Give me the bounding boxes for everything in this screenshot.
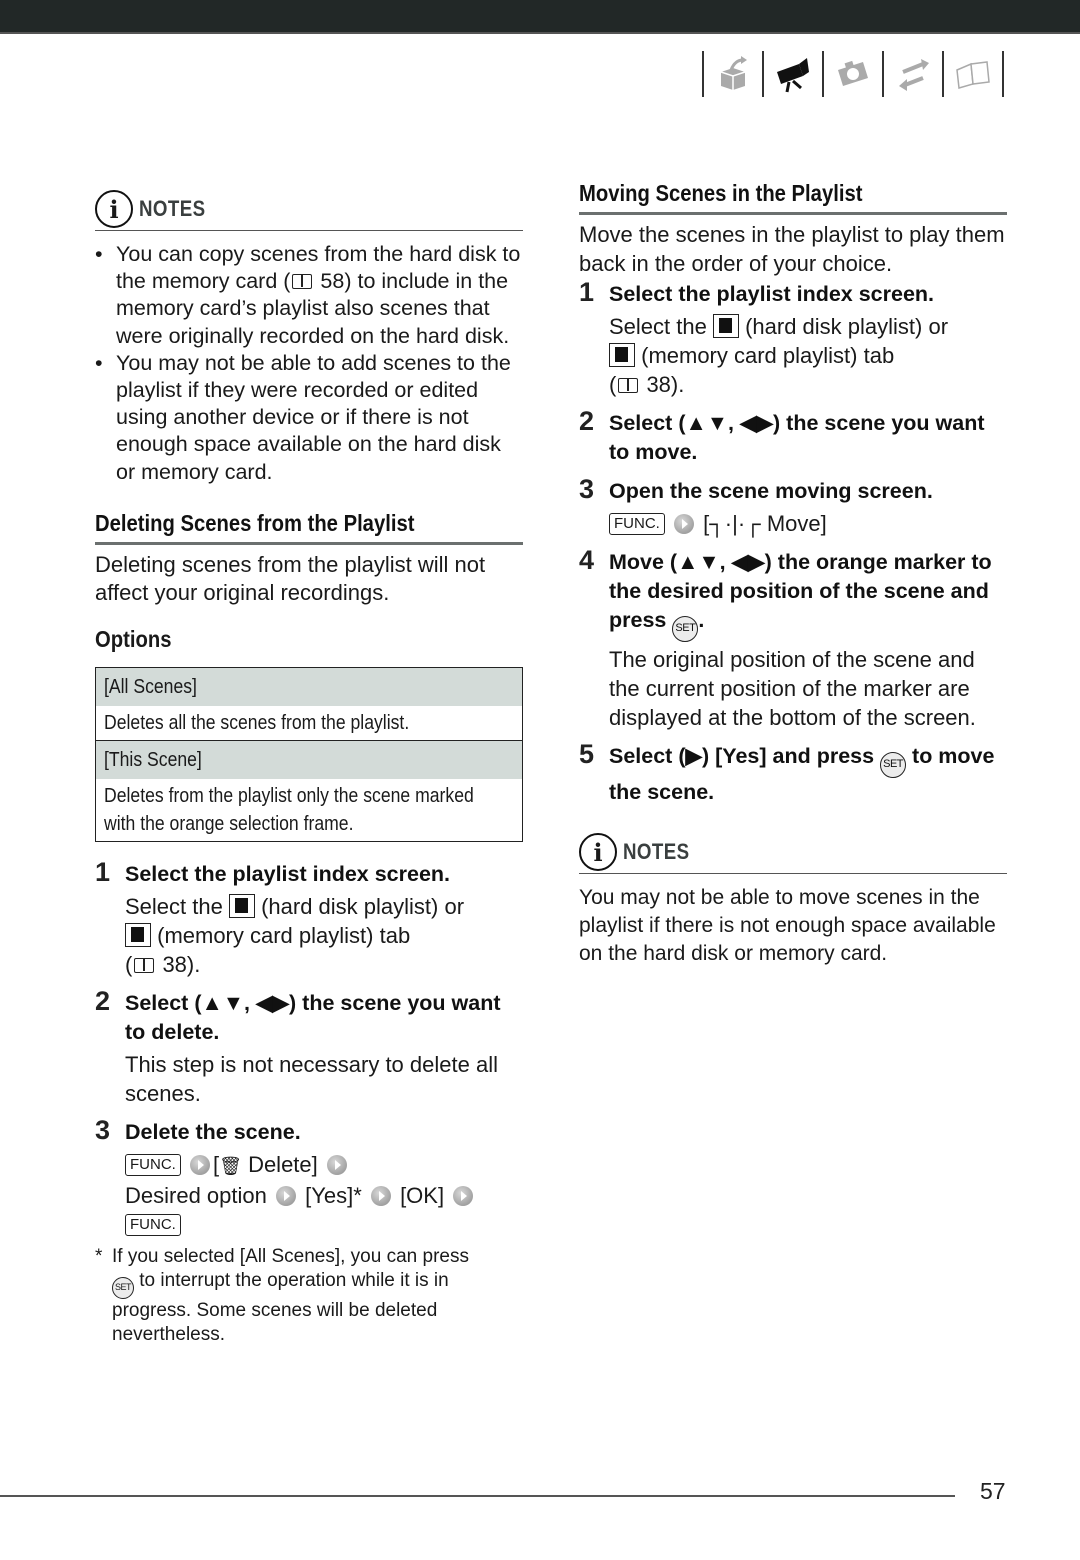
step-title: Select (▶) [Yes] and press SET to move t… <box>609 744 995 804</box>
footer-rule <box>0 1495 955 1497</box>
left-column: i NOTES You can copy scenes from the har… <box>95 190 523 1347</box>
options-title: Options <box>95 625 172 652</box>
options-table: [All Scenes] Deletes all the scenes from… <box>95 666 523 842</box>
func-button-label: FUNC. <box>125 1153 181 1176</box>
step-number: 3 <box>95 1114 111 1145</box>
move-step-5: 5 Select (▶) [Yes] and press SET to move… <box>579 739 1007 807</box>
footnote: * If you selected [All Scenes], you can … <box>95 1245 469 1345</box>
chapter-nav <box>702 50 1004 98</box>
page-number: 57 <box>980 1478 1006 1504</box>
step-body: Select the (hard disk playlist) or (memo… <box>125 893 465 977</box>
notes-block: i NOTES You may not be able to move scen… <box>579 833 1007 968</box>
book-ref-icon <box>134 957 155 973</box>
step-number: 2 <box>95 985 111 1016</box>
step-title: Delete the scene. <box>125 1119 301 1144</box>
move-step-1: 1 Select the playlist index screen. Sele… <box>579 277 1007 399</box>
step-body: Select the (hard disk playlist) or (memo… <box>609 314 949 397</box>
move-step-3: 3 Open the scene moving screen. FUNC. [┐… <box>579 474 1007 538</box>
step-body: The original position of the scene and t… <box>609 647 976 730</box>
notes-label: NOTES <box>623 839 690 864</box>
hdd-playlist-tab-icon <box>228 893 255 918</box>
camera-icon[interactable] <box>824 51 882 97</box>
notes-label: NOTES <box>139 196 206 221</box>
step-number: 1 <box>579 277 595 307</box>
step-number: 5 <box>579 739 595 769</box>
book-ref-icon <box>618 378 639 393</box>
right-column: Moving Scenes in the Playlist Move the s… <box>579 180 1007 968</box>
delete-step-2: 2 Select (▲▼, ◀▶) the scene you want to … <box>95 985 523 1108</box>
book-ref-icon <box>292 274 313 290</box>
top-bar <box>0 0 1080 34</box>
notes-item: You may not be able to add scenes to the… <box>95 350 523 486</box>
move-label: [┐·|·┌ Move] <box>703 511 827 536</box>
func-button-label: FUNC. <box>125 1213 181 1236</box>
arrow-next-icon <box>453 1185 474 1206</box>
transfer-icon[interactable] <box>884 51 942 97</box>
section-title: Deleting Scenes from the Playlist <box>95 509 415 536</box>
set-button-icon: SET <box>880 752 907 778</box>
notes-list: You can copy scenes from the hard disk t… <box>95 241 523 486</box>
section-title: Moving Scenes in the Playlist <box>579 180 863 206</box>
step-title: Select the playlist index screen. <box>609 282 935 306</box>
notes-text: You may not be able to move scenes in th… <box>579 886 996 965</box>
arrow-next-icon <box>276 1185 296 1206</box>
info-icon: i <box>579 833 617 871</box>
option-name: [This Scene] <box>96 740 522 779</box>
step-title: Select the playlist index screen. <box>125 861 451 886</box>
step-number: 1 <box>95 856 111 887</box>
step-title: Open the scene moving screen. <box>609 479 933 503</box>
book-nav-icon[interactable] <box>944 51 1002 97</box>
delete-section: Deleting Scenes from the Playlist Deleti… <box>95 510 523 608</box>
notes-item: You can copy scenes from the hard disk t… <box>95 241 523 350</box>
camcorder-icon[interactable] <box>764 51 822 97</box>
section-rule <box>579 212 1007 215</box>
step-body: This step is not necessary to delete all… <box>125 1051 498 1106</box>
hdd-playlist-tab-icon <box>712 314 739 338</box>
section-intro: Deleting scenes from the playlist will n… <box>95 551 486 606</box>
delete-step-1: 1 Select the playlist index screen. Sele… <box>95 856 523 979</box>
option-desc: Deletes from the playlist only the scene… <box>104 784 474 835</box>
step-title: Select (▲▼, ◀▶) the scene you want to de… <box>125 990 501 1044</box>
option-name: [All Scenes] <box>96 667 522 706</box>
notes-header: i NOTES <box>579 833 1007 874</box>
arrow-next-icon <box>189 1154 210 1175</box>
step-number: 2 <box>579 406 595 436</box>
step-body: FUNC. [🗑 Delete] Desired option [Yes]* [… <box>125 1150 523 1239</box>
set-button-icon: SET <box>672 616 699 642</box>
card-playlist-tab-icon <box>609 343 635 367</box>
set-button-icon: SET <box>112 1276 134 1299</box>
notes-header: i NOTES <box>95 190 523 231</box>
options-block: Options [All Scenes] Deletes all the sce… <box>95 626 523 842</box>
step-title: Select (▲▼, ◀▶) the scene you want to mo… <box>609 411 985 464</box>
step-number: 3 <box>579 474 595 504</box>
step-title: Move (▲▼, ◀▶) the orange marker to the d… <box>609 548 1007 642</box>
delete-step-3: 3 Delete the scene. FUNC. [🗑 Delete] Des… <box>95 1114 523 1239</box>
arrow-next-icon <box>326 1154 347 1175</box>
move-step-4: 4 Move (▲▼, ◀▶) the orange marker to the… <box>579 545 1007 732</box>
trash-icon: 🗑 <box>219 1155 242 1176</box>
func-button-label: FUNC. <box>609 513 665 535</box>
nav-divider <box>1002 51 1004 97</box>
move-step-2: 2 Select (▲▼, ◀▶) the scene you want to … <box>579 406 1007 467</box>
info-icon: i <box>95 190 133 228</box>
step-body: FUNC. [┐·|·┌ Move] <box>609 509 1007 538</box>
section-intro: Move the scenes in the playlist to play … <box>579 222 1005 276</box>
option-desc: Deletes all the scenes from the playlist… <box>96 706 522 741</box>
arrow-next-icon <box>673 514 694 534</box>
section-rule <box>95 541 523 545</box>
arrow-next-icon <box>370 1185 391 1206</box>
card-playlist-tab-icon <box>125 922 151 947</box>
step-number: 4 <box>579 545 595 575</box>
setup-box-icon[interactable] <box>704 51 762 97</box>
